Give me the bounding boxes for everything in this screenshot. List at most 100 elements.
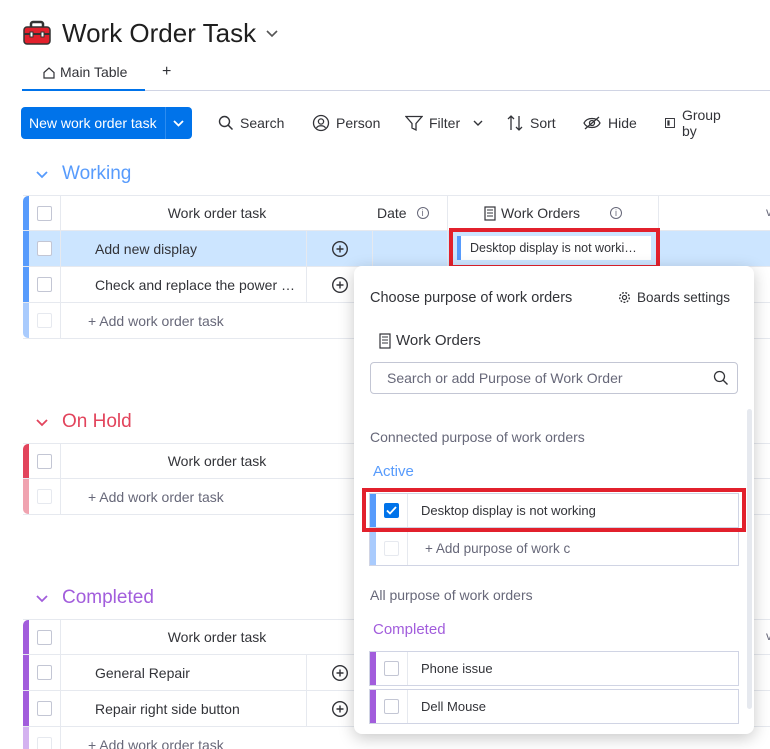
chevron-down-icon[interactable] xyxy=(473,120,483,127)
popup-title: Choose purpose of work orders xyxy=(370,290,573,306)
search-label: Search xyxy=(240,115,285,131)
board-doc-icon xyxy=(379,332,391,349)
search-icon xyxy=(713,370,728,385)
date-header-label: Date xyxy=(377,205,407,221)
chevron-down-icon[interactable] xyxy=(36,591,48,606)
task-name[interactable]: Check and replace the power … xyxy=(61,267,307,302)
group-title-completed[interactable]: Completed xyxy=(36,587,154,609)
add-item-input[interactable]: + Add work order task xyxy=(61,303,224,338)
boards-settings-button[interactable]: Boards settings xyxy=(618,290,730,305)
purpose-item[interactable]: Phone issue xyxy=(369,651,739,686)
purpose-item-label: Dell Mouse xyxy=(421,699,487,714)
chevron-down-icon xyxy=(173,119,184,127)
board-toolbar: New work order task Search Person Filter… xyxy=(21,107,721,139)
sort-icon xyxy=(507,115,523,131)
home-icon xyxy=(43,67,55,79)
row-checkbox[interactable] xyxy=(29,231,61,266)
item-checkbox[interactable] xyxy=(376,652,408,685)
column-overflow-marker: v xyxy=(766,629,770,643)
add-row-checkbox xyxy=(29,479,61,514)
add-update-button[interactable] xyxy=(307,231,373,266)
view-tabs: Main Table + xyxy=(22,60,770,91)
add-view-button[interactable]: + xyxy=(162,63,171,81)
active-group-label: Active xyxy=(373,463,414,480)
purpose-item-label: Phone issue xyxy=(421,661,493,676)
column-header-task[interactable]: Work order task xyxy=(61,620,373,654)
group-title-label: Completed xyxy=(62,587,154,608)
task-name[interactable]: General Repair xyxy=(61,655,307,690)
column-header-task[interactable]: Work order task xyxy=(61,196,373,230)
chevron-down-icon[interactable] xyxy=(36,167,48,182)
highlight-box xyxy=(449,228,660,269)
info-icon[interactable]: i xyxy=(416,207,429,219)
gear-icon xyxy=(618,291,630,304)
hide-label: Hide xyxy=(608,115,637,131)
chevron-down-icon[interactable] xyxy=(36,415,48,430)
group-by-icon xyxy=(665,118,675,128)
tab-main-table[interactable]: Main Table xyxy=(22,64,146,91)
popup-scrollbar[interactable] xyxy=(747,409,752,709)
select-all-checkbox[interactable] xyxy=(29,444,61,478)
add-row-checkbox xyxy=(376,532,408,565)
item-checkbox[interactable] xyxy=(376,690,408,723)
highlight-box xyxy=(362,488,746,532)
sort-button[interactable]: Sort xyxy=(506,107,556,139)
add-conversation-icon xyxy=(331,240,348,257)
add-purpose-row[interactable]: + Add purpose of work c xyxy=(369,531,739,566)
chevron-down-icon[interactable] xyxy=(266,25,278,41)
filter-icon xyxy=(405,115,423,131)
filter-button[interactable]: Filter xyxy=(405,107,489,139)
completed-group-label: Completed xyxy=(373,621,446,638)
boards-settings-label: Boards settings xyxy=(636,290,730,305)
column-header-date[interactable]: Date i xyxy=(373,196,448,230)
add-conversation-icon xyxy=(331,276,348,293)
board-name-label: Work Orders xyxy=(396,332,481,349)
add-purpose-input[interactable]: + Add purpose of work c xyxy=(408,541,570,556)
connected-board-name: Work Orders xyxy=(379,332,481,349)
add-item-input[interactable]: + Add work order task xyxy=(61,479,224,514)
add-conversation-icon xyxy=(331,664,348,681)
person-label: Person xyxy=(336,115,381,131)
hide-button[interactable]: Hide xyxy=(582,107,637,139)
person-icon xyxy=(312,114,330,132)
row-checkbox[interactable] xyxy=(29,655,61,690)
column-overflow-marker: v xyxy=(766,205,770,219)
row-checkbox[interactable] xyxy=(29,267,61,302)
table-header-row: Work order task Date i Work Orders i xyxy=(23,195,770,231)
date-cell[interactable] xyxy=(373,231,448,266)
group-title-on-hold[interactable]: On Hold xyxy=(36,411,132,433)
connected-section-label: Connected purpose of work orders xyxy=(370,429,585,445)
group-by-button[interactable]: Group by xyxy=(664,107,725,139)
sort-label: Sort xyxy=(530,115,556,131)
group-title-working[interactable]: Working xyxy=(36,163,131,185)
toolbox-icon xyxy=(22,20,52,46)
search-icon xyxy=(218,115,234,131)
work-orders-header-label: Work Orders xyxy=(500,205,581,221)
board-title[interactable]: Work Order Task xyxy=(62,18,256,49)
tab-main-table-label: Main Table xyxy=(60,64,128,80)
search-button[interactable]: Search xyxy=(218,107,284,139)
new-item-dropdown[interactable] xyxy=(164,107,192,139)
group-by-label: Group by xyxy=(681,107,721,139)
filter-label: Filter xyxy=(429,115,461,131)
new-item-button[interactable]: New work order task xyxy=(21,107,192,139)
board-doc-icon xyxy=(484,205,496,221)
new-item-label: New work order task xyxy=(29,115,157,131)
person-filter-button[interactable]: Person xyxy=(312,107,380,139)
purpose-search-input[interactable]: Search or add Purpose of Work Order xyxy=(370,362,738,394)
select-all-checkbox[interactable] xyxy=(29,196,61,230)
add-row-checkbox xyxy=(29,303,61,338)
add-row-checkbox xyxy=(29,727,61,749)
info-icon[interactable]: i xyxy=(610,207,623,219)
task-name[interactable]: Repair right side button xyxy=(61,691,307,726)
group-title-label: On Hold xyxy=(62,411,132,432)
select-all-checkbox[interactable] xyxy=(29,620,61,654)
column-header-task[interactable]: Work order task xyxy=(61,444,373,478)
task-name[interactable]: Add new display xyxy=(61,231,307,266)
column-header-work-orders[interactable]: Work Orders i xyxy=(448,196,659,230)
purpose-item[interactable]: Dell Mouse xyxy=(369,689,739,724)
add-conversation-icon xyxy=(331,700,348,717)
eye-off-icon xyxy=(583,116,601,130)
row-checkbox[interactable] xyxy=(29,691,61,726)
add-item-input[interactable]: + Add work order task xyxy=(61,727,224,749)
